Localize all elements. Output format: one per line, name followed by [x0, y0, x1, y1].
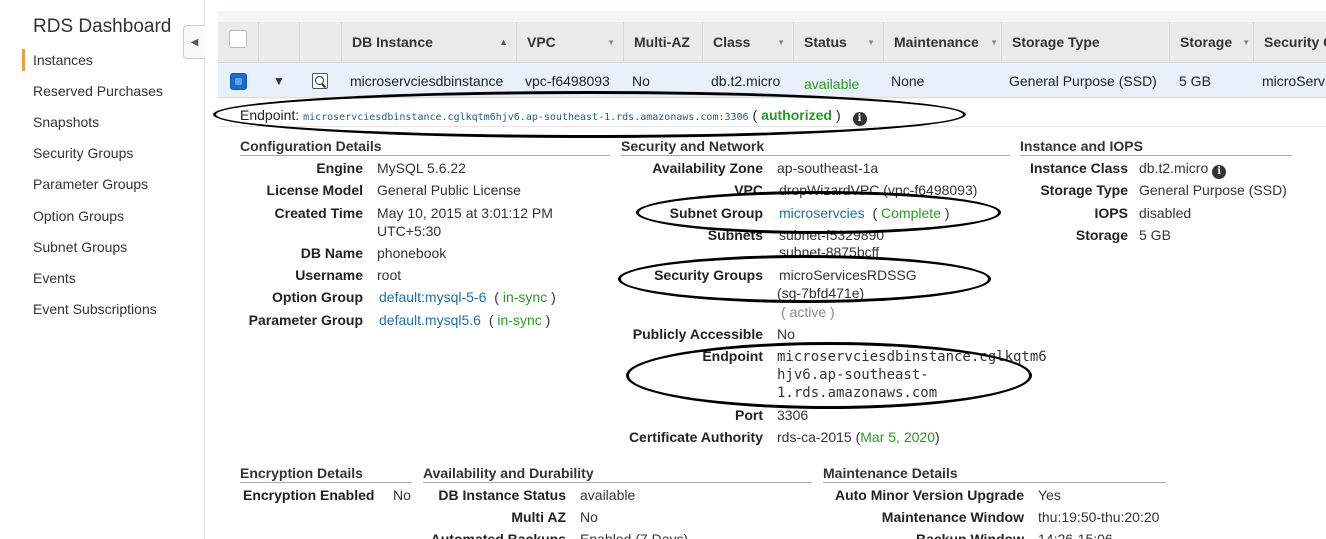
- sidebar-item-parameter-groups[interactable]: Parameter Groups: [33, 176, 148, 192]
- column-vpc[interactable]: VPC ▼: [516, 22, 623, 63]
- caret-down-icon: ▼: [607, 38, 615, 47]
- endpoint-link[interactable]: microservciesdbinstance.cglkqtm6: [777, 349, 1047, 365]
- network-section-title: Security and Network: [621, 138, 1010, 156]
- sidebar-item-snapshots[interactable]: Snapshots: [33, 114, 99, 130]
- authorized-status: authorized: [761, 107, 832, 123]
- sort-asc-icon: ▲: [499, 37, 508, 47]
- column-maintenance[interactable]: Maintenance ▼: [883, 22, 1001, 63]
- info-icon[interactable]: i: [852, 112, 867, 126]
- main-panel: DB Instance ▲ VPC ▼ Multi-AZ Class ▼ Status…: [213, 0, 1326, 539]
- subnet-group-link[interactable]: microservcies: [779, 205, 865, 221]
- cell-security: microServi: [1262, 73, 1326, 89]
- info-icon[interactable]: i: [1212, 165, 1227, 179]
- expand-row-icon[interactable]: ▼: [273, 64, 285, 98]
- table-row[interactable]: ▼ microservciesdbinstance vpc-f6498093 N…: [218, 64, 1326, 98]
- column-status[interactable]: Status ▼: [793, 22, 883, 63]
- column-storage-type[interactable]: Storage Type: [1001, 22, 1169, 63]
- column-class[interactable]: Class ▼: [702, 22, 793, 63]
- endpoint-bar-link[interactable]: microservciesdbinstance.cglkqtm6hjv6.ap-…: [303, 112, 749, 123]
- caret-down-icon: ▼: [777, 38, 785, 47]
- collapse-sidebar-button[interactable]: ◀: [183, 25, 205, 59]
- subnet-link[interactable]: subnet-8875bcff: [779, 244, 879, 260]
- column-security[interactable]: Security G: [1253, 22, 1326, 63]
- cell-class: db.t2.micro: [711, 73, 781, 89]
- caret-down-icon: ▼: [867, 38, 875, 47]
- active-indicator: [22, 49, 25, 71]
- select-all-checkbox[interactable]: [229, 30, 247, 48]
- sidebar-title: RDS Dashboard: [33, 16, 172, 37]
- row-checkbox[interactable]: [230, 73, 247, 90]
- sidebar-item-instances[interactable]: Instances: [33, 52, 93, 68]
- cell-multi-az: No: [632, 73, 650, 89]
- endpoint-bar-label: Endpoint:: [240, 107, 300, 123]
- availability-section-title: Availability and Durability: [423, 465, 812, 483]
- sidebar-item-reserved-purchases[interactable]: Reserved Purchases: [33, 83, 163, 99]
- instance-details: Endpoint: microservciesdbinstance.cglkqt…: [213, 91, 1326, 539]
- cell-storage: 5 GB: [1179, 73, 1211, 89]
- header-view-col: [299, 22, 341, 63]
- sidebar-item-security-groups[interactable]: Security Groups: [33, 145, 133, 161]
- column-db-instance[interactable]: DB Instance ▲: [341, 22, 516, 63]
- security-group-id[interactable]: (sg-7bfd471e): [777, 285, 864, 301]
- cell-vpc: vpc-f6498093: [525, 73, 610, 89]
- config-section-title: Configuration Details: [240, 138, 610, 156]
- maintenance-section-title: Maintenance Details: [823, 465, 1166, 483]
- subnet-link[interactable]: subnet-f5329890: [779, 227, 884, 243]
- sidebar-item-events[interactable]: Events: [33, 270, 76, 286]
- header-expand-col: [258, 22, 299, 63]
- encryption-section-title: Encryption Details: [240, 465, 412, 483]
- grid-header: DB Instance ▲ VPC ▼ Multi-AZ Class ▼ Status…: [218, 22, 1326, 63]
- cell-maintenance: None: [891, 73, 925, 89]
- option-group-link[interactable]: default:mysql-5-6: [379, 289, 486, 305]
- cell-storage-type: General Purpose (SSD): [1009, 73, 1157, 89]
- sidebar-item-event-subscriptions[interactable]: Event Subscriptions: [33, 301, 157, 317]
- sidebar-item-subnet-groups[interactable]: Subnet Groups: [33, 239, 127, 255]
- security-group-link[interactable]: microServicesRDSSG: [779, 267, 917, 283]
- zoom-icon[interactable]: [312, 73, 328, 89]
- chevron-left-icon: ◀: [190, 36, 199, 48]
- column-multi-az[interactable]: Multi-AZ: [623, 22, 702, 63]
- iops-section-title: Instance and IOPS: [1020, 138, 1292, 156]
- column-storage[interactable]: Storage ▼: [1169, 22, 1253, 63]
- cell-status: available: [804, 76, 860, 92]
- parameter-group-link[interactable]: default.mysql5.6: [379, 312, 481, 328]
- sidebar-item-option-groups[interactable]: Option Groups: [33, 208, 124, 224]
- endpoint-bar: Endpoint: microservciesdbinstance.cglkqt…: [240, 107, 867, 126]
- cell-db-instance: microservciesdbinstance: [350, 73, 504, 89]
- sidebar: RDS Dashboard Instances Reserved Purchas…: [0, 0, 205, 539]
- vpc-link[interactable]: dropWizardVPC (vpc-f6498093): [779, 182, 977, 198]
- caret-down-icon: ▼: [990, 38, 998, 47]
- caret-down-icon: ▼: [1242, 38, 1250, 47]
